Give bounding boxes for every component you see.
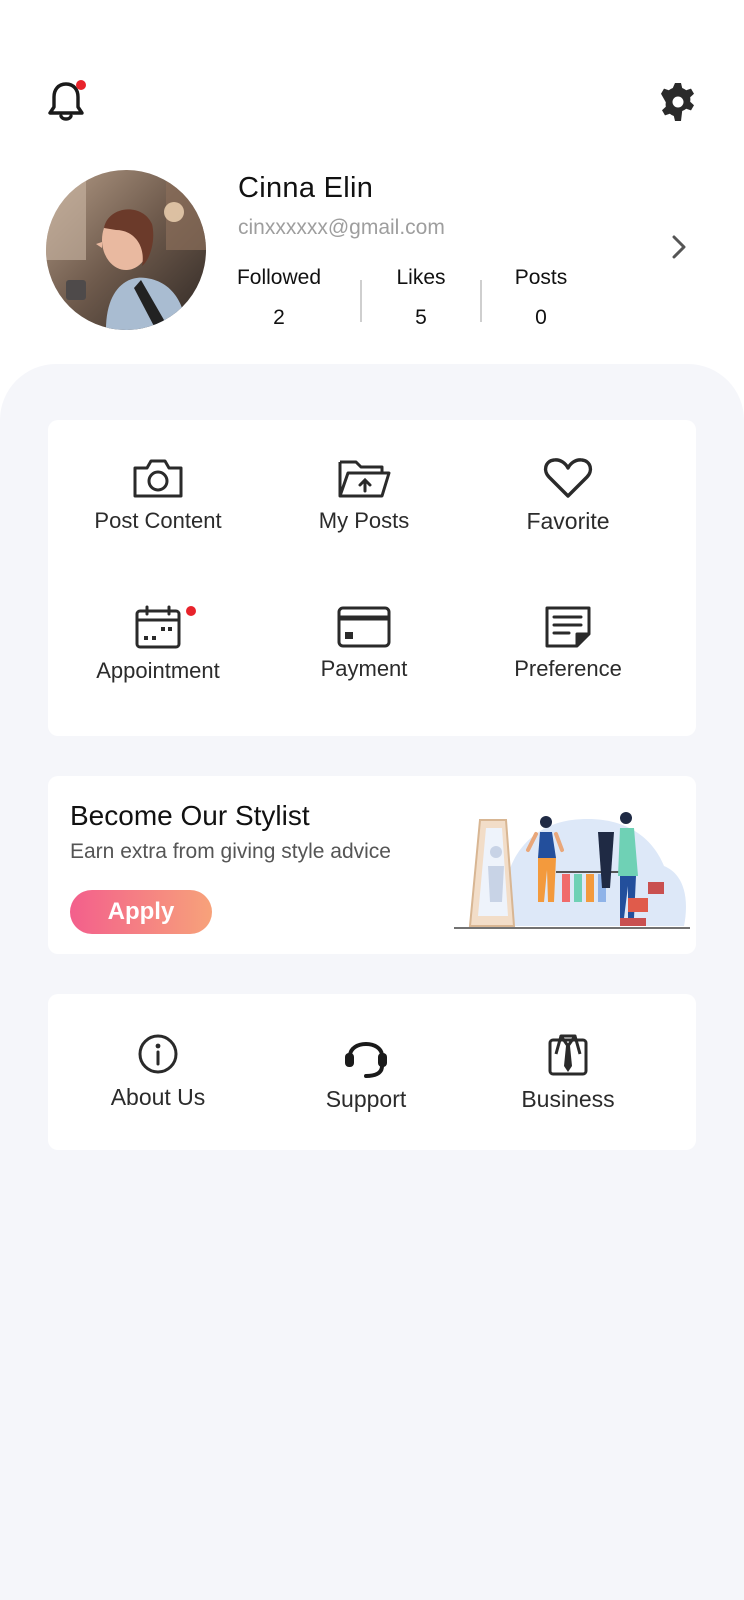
info-icon: [138, 1034, 178, 1074]
folder-upload-icon: [338, 460, 391, 498]
menu-item-label: Business: [521, 1086, 615, 1112]
menu-item-label: Preference: [514, 656, 622, 681]
menu-item-preference[interactable]: Preference: [468, 604, 668, 714]
menu-item-label: Favorite: [526, 508, 610, 534]
profile-stats: Followed 2 Likes 5 Posts 0: [216, 266, 596, 330]
notification-badge: [76, 80, 86, 90]
profile-name: Cinna Elin: [238, 172, 374, 204]
stylist-title: Become Our Stylist: [70, 800, 310, 831]
profile-section[interactable]: Cinna Elin cinxxxxxx@gmail.com Followed …: [46, 170, 706, 334]
menu-item-my-posts[interactable]: My Posts: [264, 456, 464, 566]
stat-followed[interactable]: Followed 2: [216, 266, 342, 330]
headset-icon: [345, 1042, 387, 1078]
menu-item-label: About Us: [110, 1084, 206, 1110]
apply-button[interactable]: Apply: [70, 890, 212, 934]
menu-item-business[interactable]: Business: [468, 1032, 668, 1113]
menu-item-appointment[interactable]: Appointment: [58, 604, 258, 714]
become-stylist-card: Become Our Stylist Earn extra from givin…: [48, 776, 696, 954]
menu-item-label: Payment: [320, 656, 408, 681]
menu-item-about-us[interactable]: About Us: [58, 1032, 258, 1111]
stylist-illustration: [454, 812, 690, 929]
stat-label: Likes: [396, 266, 446, 289]
note-icon: [545, 606, 591, 648]
profile-email: cinxxxxxx@gmail.com: [238, 216, 445, 239]
menu-item-post-content[interactable]: Post Content: [58, 456, 258, 566]
heart-icon: [543, 458, 593, 498]
suit-icon: [548, 1034, 588, 1076]
avatar[interactable]: [46, 170, 206, 330]
stat-label: Posts: [514, 266, 568, 289]
menu-item-label: Post Content: [94, 508, 222, 533]
info-card: About Us Support Business: [48, 994, 696, 1150]
gear-icon: [661, 83, 694, 121]
stat-value: 2: [273, 306, 285, 329]
top-bar: [46, 78, 698, 126]
camera-icon: [133, 459, 183, 498]
menu-item-label: Appointment: [96, 658, 220, 683]
stat-posts[interactable]: Posts 0: [478, 266, 604, 330]
settings-button[interactable]: [658, 82, 698, 122]
menu-card: Post Content My Posts Favorite Appointme…: [48, 420, 696, 736]
stat-value: 5: [415, 306, 427, 329]
chevron-right-icon[interactable]: [666, 232, 692, 262]
menu-item-favorite[interactable]: Favorite: [468, 456, 668, 566]
notification-button[interactable]: [46, 78, 86, 126]
card-icon: [337, 606, 391, 648]
menu-item-label: My Posts: [318, 508, 410, 533]
stylist-subtitle: Earn extra from giving style advice: [70, 840, 391, 863]
menu-item-payment[interactable]: Payment: [264, 604, 464, 714]
menu-item-label: Support: [325, 1086, 407, 1112]
stat-label: Followed: [236, 266, 322, 289]
menu-item-support[interactable]: Support: [266, 1032, 466, 1113]
calendar-icon: [135, 605, 181, 649]
stat-value: 0: [535, 306, 547, 329]
appointment-badge: [186, 606, 196, 616]
stat-likes[interactable]: Likes 5: [358, 266, 484, 330]
